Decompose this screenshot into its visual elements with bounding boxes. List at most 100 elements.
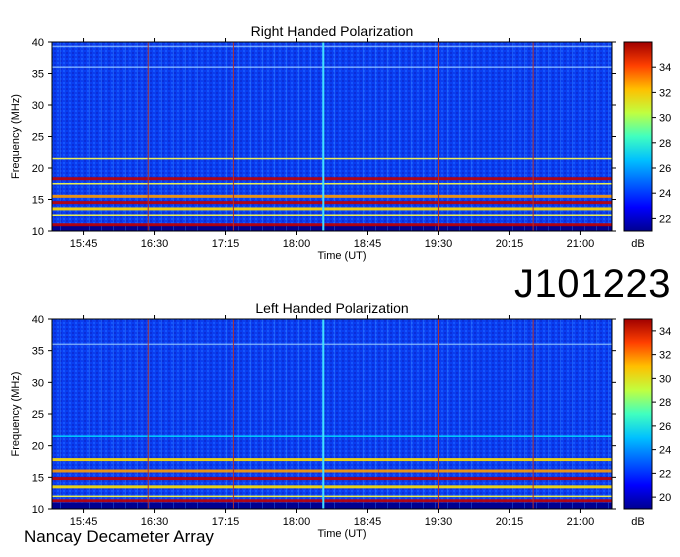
y-tick-label: 15 (32, 472, 44, 484)
colorbar-tick-label: 32 (659, 350, 671, 362)
emission-band (52, 469, 612, 473)
noise-streak (250, 319, 251, 509)
colorbar-label: dB (631, 238, 644, 250)
panel-right-polarization: Right Handed Polarization 10 15 20 25 30 35 40 1… (10, 23, 671, 262)
emission-band (52, 201, 612, 205)
x-tick-label: 20:15 (496, 238, 524, 250)
instrument-label: Nancay Decameter Array (24, 527, 214, 546)
spectrogram-figure: Right Handed Polarization 10 15 20 25 30 35 40 1… (0, 0, 680, 552)
colorbar-tick-label: 22 (659, 213, 671, 225)
colorbar-tick-label: 28 (659, 397, 671, 409)
noise-streak (363, 319, 364, 509)
x-tick-label: 18:45 (354, 238, 382, 250)
noise-streak (185, 319, 186, 509)
x-tick-label: 21:00 (567, 238, 595, 250)
colorbar-tick-label: 24 (659, 188, 671, 200)
emission-band (52, 485, 612, 489)
noise-streak (310, 319, 311, 509)
y-tick-label: 30 (32, 377, 44, 389)
noise-streak (334, 319, 335, 509)
colorbar-tick-label: 30 (659, 113, 671, 125)
noise-streak (387, 319, 388, 509)
noise-streak (149, 319, 150, 509)
noise-streak (596, 319, 597, 509)
noise-streak (125, 319, 126, 509)
emission-band (52, 435, 612, 437)
x-tick-label: 16:30 (141, 238, 169, 250)
observation-id-label: J101223 (514, 262, 671, 306)
x-tick-label: 15:45 (70, 238, 98, 250)
noise-streak (512, 319, 513, 509)
colorbar-label: dB (631, 516, 644, 528)
x-tick-label: 19:30 (425, 516, 453, 528)
y-axis-label: Frequency (MHz) (10, 94, 22, 179)
noise-streak (471, 319, 472, 509)
noise-streak (274, 319, 275, 509)
colorbar-tick-label: 34 (659, 326, 671, 338)
panel-left-polarization: Left Handed Polarization1015202530354015… (10, 300, 671, 540)
noise-streak (584, 319, 585, 509)
y-tick-label: 40 (32, 314, 44, 326)
noise-streak (459, 319, 460, 509)
emission-band (52, 207, 612, 211)
x-axis-label: Time (UT) (317, 250, 366, 262)
colorbar-tick-label: 34 (659, 62, 671, 74)
panel-title: Right Handed Polarization (251, 23, 414, 39)
noise-streak (375, 319, 376, 509)
noise-streak (435, 319, 436, 509)
emission-band (52, 458, 612, 462)
noise-streak (101, 319, 102, 509)
noise-streak (548, 319, 549, 509)
colorbar-tick-label: 20 (659, 492, 671, 504)
emission-band (52, 343, 612, 346)
emission-band (52, 495, 612, 498)
noise-streak (608, 319, 609, 509)
x-tick-label: 19:30 (425, 238, 453, 250)
x-tick-label: 21:00 (567, 516, 595, 528)
noise-streak (423, 319, 424, 509)
y-tick-label: 40 (32, 37, 44, 49)
noise-streak (113, 319, 114, 509)
x-tick-label: 18:00 (283, 238, 311, 250)
emission-band (52, 66, 612, 68)
noise-streak (536, 319, 537, 509)
x-tick-label: 20:15 (496, 516, 524, 528)
noise-streak (411, 319, 412, 509)
emission-band (52, 183, 612, 185)
emission-band (52, 177, 612, 181)
colorbar (623, 41, 653, 232)
emission-band (52, 214, 612, 216)
noise-streak (286, 319, 287, 509)
y-tick-label: 20 (32, 163, 44, 175)
y-axis-label: Frequency (MHz) (10, 372, 22, 457)
y-tick-label: 20 (32, 441, 44, 453)
spectrogram-background (52, 319, 612, 509)
noise-streak (447, 319, 448, 509)
emission-band (52, 499, 612, 503)
emission-band (52, 45, 612, 48)
y-tick-label: 30 (32, 100, 44, 112)
noise-streak (524, 319, 525, 509)
emission-band (52, 223, 612, 227)
noise-streak (161, 319, 162, 509)
noise-streak (572, 319, 573, 509)
y-tick-label: 10 (32, 226, 44, 238)
low-band-strip (52, 502, 612, 509)
x-tick-label: 17:15 (212, 238, 240, 250)
x-tick-label: 18:45 (354, 516, 382, 528)
colorbar-tick-label: 28 (659, 138, 671, 150)
noise-streak (173, 319, 174, 509)
noise-streak (238, 319, 239, 509)
colorbar-tick-label: 26 (659, 163, 671, 175)
emission-band (52, 477, 612, 481)
noise-streak (560, 319, 561, 509)
noise-streak (89, 319, 90, 509)
noise-streak (226, 319, 227, 509)
emission-band (52, 157, 612, 160)
noise-streak (60, 319, 61, 509)
y-tick-label: 10 (32, 504, 44, 516)
y-tick-label: 25 (32, 132, 44, 144)
x-tick-label: 17:15 (212, 516, 240, 528)
colorbar-tick-label: 32 (659, 87, 671, 99)
colorbar-tick-label: 22 (659, 468, 671, 480)
